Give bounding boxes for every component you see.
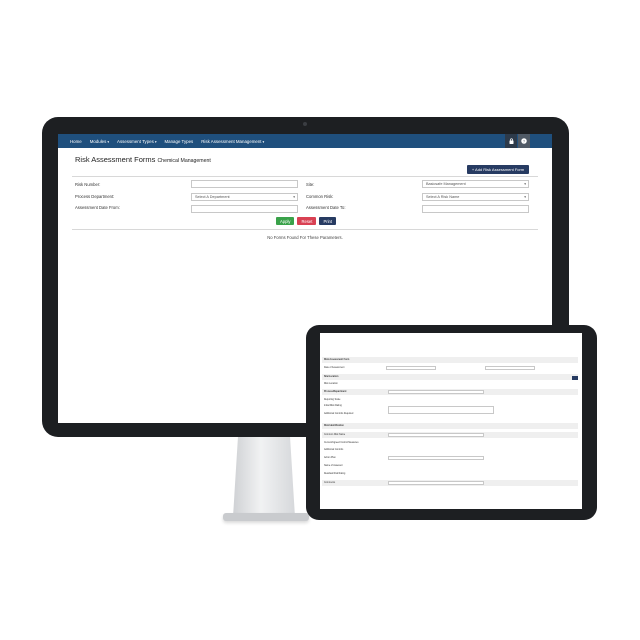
help-button[interactable]: ? — [518, 134, 530, 148]
tablet-form-row: Site/Location — [322, 374, 578, 380]
page-subtitle: Chemical Management — [157, 158, 211, 164]
tablet-form-row: Additional Controls Required — [324, 413, 354, 415]
tablet-form-row: Risk Assessment Form — [322, 357, 578, 363]
lock-icon — [509, 138, 513, 144]
tablet-form-row: Date of Assessment — [324, 367, 345, 369]
nav-item-risk-assessment-management[interactable]: Risk Assessment Management▾ — [201, 139, 264, 144]
divider — [72, 176, 538, 177]
tablet-input[interactable] — [485, 366, 535, 370]
tablet-form-row: Current/Agreed Control Measures — [324, 442, 359, 444]
chevron-down-icon: ▾ — [262, 139, 265, 144]
filter-actions: Apply Reset Print — [276, 217, 337, 225]
nav-item-home[interactable]: Home — [70, 139, 82, 144]
tablet-screen: Risk Assessment Form Date of Assessment … — [320, 333, 582, 509]
tablet-form-row: Risk Location — [324, 383, 338, 385]
nav-item-assessment-types[interactable]: Assessment Types▾ — [117, 139, 156, 144]
lock-button[interactable] — [505, 134, 517, 148]
tablet-select[interactable] — [388, 433, 484, 437]
date-to-label: Assessment Date To: — [306, 205, 346, 210]
risk-name-select[interactable]: Select A Risk Name ▾ — [422, 193, 529, 201]
department-select[interactable]: Select A Department ▾ — [191, 193, 298, 201]
common-risk-label: Common Risk: — [306, 194, 334, 199]
chevron-down-icon: ▾ — [107, 139, 110, 144]
date-to-input[interactable] — [422, 205, 529, 213]
webcam — [303, 122, 307, 126]
tablet-form-row: Name of Assessor — [324, 465, 343, 467]
nav-menu: Home Modules▾ Assessment Types▾ Manage T… — [70, 134, 264, 148]
tablet-input[interactable] — [388, 456, 484, 460]
nav-item-manage-types[interactable]: Manage Types — [165, 139, 194, 144]
site-label: Site: — [306, 182, 315, 187]
chevron-down-icon: ▾ — [154, 139, 157, 144]
nav-item-modules[interactable]: Modules▾ — [90, 139, 109, 144]
date-from-label: Assessment Date From: — [75, 205, 120, 210]
page-title: Risk Assessment Forms Chemical Management — [75, 155, 211, 164]
tablet-form-row: Residual Risk Rating — [324, 473, 346, 475]
risk-number-input[interactable] — [191, 180, 298, 188]
tablet-form-row: Additional Controls — [324, 449, 344, 451]
date-from-input[interactable] — [191, 205, 298, 213]
tablet-select[interactable] — [388, 390, 484, 394]
tablet-input[interactable] — [386, 366, 436, 370]
site-select[interactable]: Basicsafe Management ▾ — [422, 180, 529, 188]
no-results-message: No Forms Found For These Parameters. — [267, 235, 343, 240]
tablet-toggle[interactable] — [572, 376, 578, 380]
chevron-down-icon: ▾ — [293, 195, 295, 199]
top-navbar: Home Modules▾ Assessment Types▾ Manage T… — [58, 134, 552, 148]
apply-button[interactable]: Apply — [276, 217, 295, 225]
nav-icon-group: ? — [504, 134, 530, 148]
process-department-label: Process Department: — [75, 194, 115, 199]
risk-number-label: Risk Number: — [75, 182, 101, 187]
tablet-form-row: Risk Identification — [322, 423, 578, 429]
add-risk-assessment-form-button[interactable]: + Add Risk Assessment Form — [467, 165, 529, 174]
divider — [72, 229, 538, 230]
chevron-down-icon: ▾ — [524, 195, 526, 199]
chevron-down-icon: ▾ — [524, 182, 526, 186]
monitor-stand-base — [223, 513, 309, 521]
print-button[interactable]: Print — [319, 217, 337, 225]
help-icon: ? — [521, 138, 527, 144]
reset-button[interactable]: Reset — [297, 217, 317, 225]
monitor-stand — [233, 437, 295, 517]
tablet-select[interactable] — [388, 481, 484, 485]
